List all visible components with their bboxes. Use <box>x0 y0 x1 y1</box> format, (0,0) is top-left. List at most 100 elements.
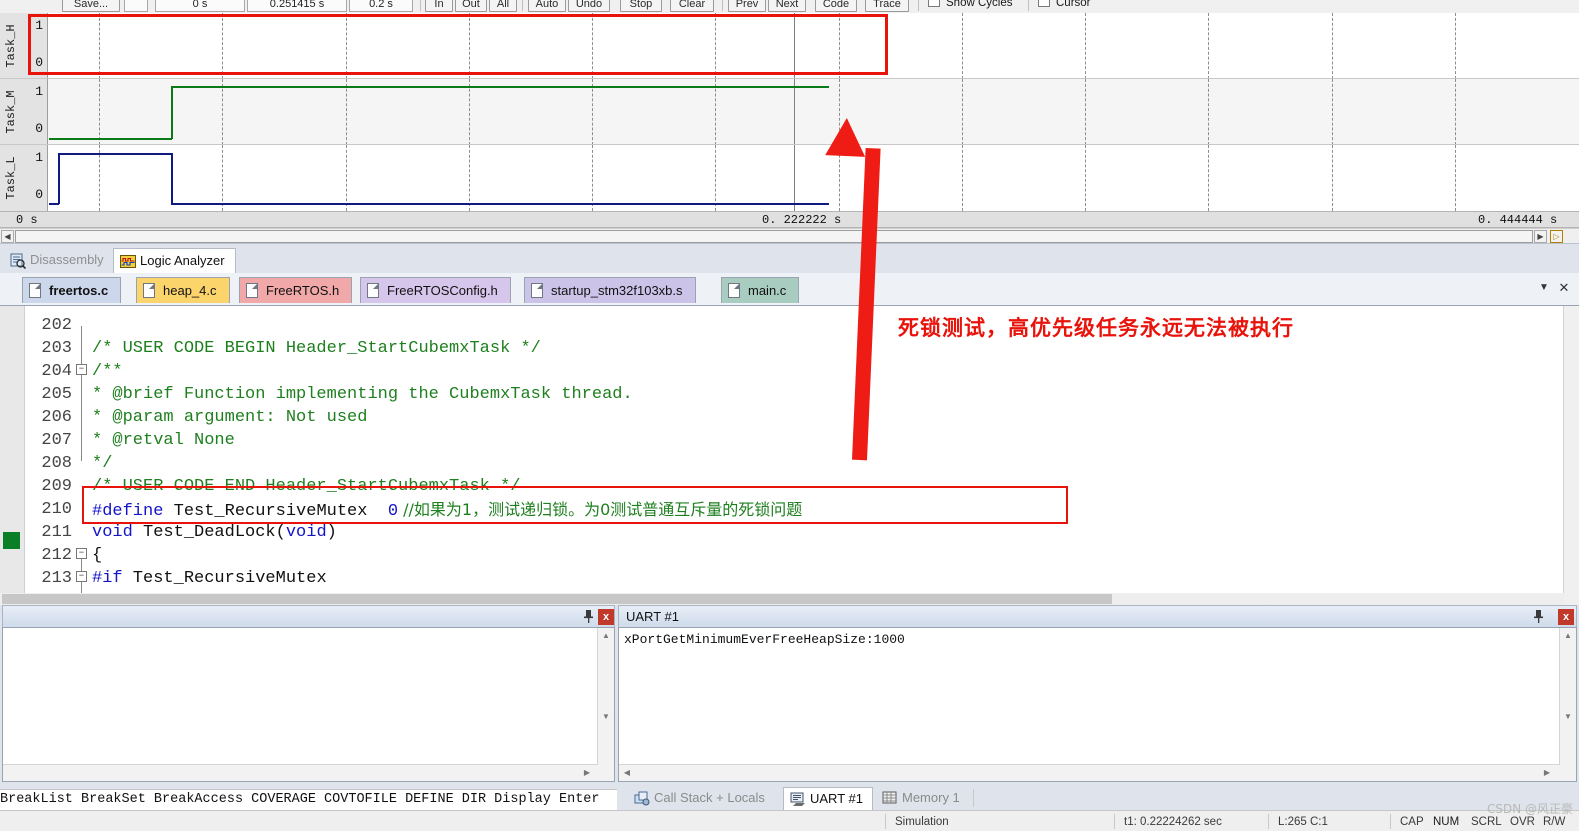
file-tab-label: FreeRTOSConfig.h <box>387 283 498 298</box>
unnamed-field[interactable] <box>124 0 148 12</box>
prev-button[interactable]: Prev <box>728 0 766 12</box>
status-mode: Simulation <box>895 816 949 828</box>
pin-icon[interactable] <box>1531 610 1545 624</box>
file-tab-freertos-h[interactable]: FreeRTOS.h <box>239 277 353 303</box>
max-time-field[interactable]: 0.251415 s <box>247 0 347 12</box>
auto-button[interactable]: Auto <box>528 0 566 12</box>
stop-button[interactable]: Stop <box>620 0 662 12</box>
zoom-in-button[interactable]: In <box>425 0 453 12</box>
scroll-right-icon[interactable]: ▶ <box>581 767 593 779</box>
command-panel-title: x <box>2 605 615 627</box>
file-tabs-close-icon[interactable]: ✕ <box>1557 281 1571 295</box>
hscroll-end-arrow[interactable]: ▷ <box>1550 230 1563 243</box>
fold-toggle[interactable]: − <box>76 548 87 559</box>
min-time-field[interactable]: 0 s <box>155 0 245 12</box>
editor-hscroll-thumb[interactable] <box>2 594 1112 604</box>
tab-logic-analyzer-label: Logic Analyzer <box>140 253 225 268</box>
uart-output-line: xPortGetMinimumEverFreeHeapSize:1000 <box>624 632 905 647</box>
line-number: 208 <box>41 454 72 473</box>
next-button[interactable]: Next <box>768 0 806 12</box>
line-number: 206 <box>41 408 72 427</box>
line-number: 209 <box>41 477 72 496</box>
code-lines: 202 203 /* USER CODE BEGIN Header_StartC… <box>0 306 1579 605</box>
tab-memory-1[interactable]: Memory 1 <box>876 787 969 810</box>
scroll-right-icon[interactable]: ▶ <box>1541 767 1553 779</box>
file-tab-label: main.c <box>748 283 787 298</box>
file-tab-freertosconfig-h[interactable]: FreeRTOSConfig.h <box>360 277 511 303</box>
waveform-row-task-m[interactable]: Task_M 1 0 <box>0 79 1579 145</box>
level-high-task-l: 1 <box>35 150 43 165</box>
scroll-up-icon[interactable]: ▲ <box>600 630 612 642</box>
watermark: CSDN @风正豪 <box>1486 802 1573 816</box>
file-icon <box>728 283 740 298</box>
fold-toggle[interactable]: − <box>76 364 87 375</box>
tab-uart-1[interactable]: UART #1 <box>783 787 873 810</box>
channel-gutter-task-m[interactable]: Task_M 1 0 <box>0 79 48 145</box>
clear-button[interactable]: Clear <box>670 0 714 12</box>
scroll-down-icon[interactable]: ▼ <box>600 711 612 723</box>
line-number: 204 <box>41 362 72 381</box>
status-flag-num: NUM <box>1433 816 1460 828</box>
hscroll-right-arrow[interactable]: ▶ <box>1534 230 1547 243</box>
line-number: 213 <box>41 569 72 588</box>
line-number: 205 <box>41 385 72 404</box>
file-tab-label: heap_4.c <box>163 283 217 298</box>
zoom-out-button[interactable]: Out <box>455 0 487 12</box>
pin-icon[interactable] <box>581 610 595 624</box>
signal-task-l-high <box>58 153 172 155</box>
editor-hscrollbar[interactable] <box>0 593 1564 605</box>
hscroll-left-arrow[interactable]: ◀ <box>1 230 14 243</box>
tab-logic-analyzer[interactable]: Logic Analyzer <box>113 248 236 274</box>
scroll-left-icon[interactable]: ◀ <box>621 767 633 779</box>
command-panel[interactable]: ▲ ▼ ▶ <box>2 627 615 782</box>
plot-task-l[interactable] <box>49 145 1579 211</box>
uart-panel[interactable]: xPortGetMinimumEverFreeHeapSize:1000 ▲ ▼… <box>618 627 1577 782</box>
line-number: 207 <box>41 431 72 450</box>
command-panel-vscrollbar[interactable]: ▲ ▼ <box>597 628 614 781</box>
scroll-down-icon[interactable]: ▼ <box>1562 711 1574 723</box>
tab-uart-label: UART #1 <box>810 791 863 806</box>
line-number: 202 <box>41 316 72 335</box>
close-icon[interactable]: x <box>598 609 614 625</box>
window-tab-strip: Disassembly Logic Analyzer <box>0 243 1579 274</box>
file-tab-startup-s[interactable]: startup_stm32f103xb.s <box>524 277 696 303</box>
file-tab-main-c[interactable]: main.c <box>721 277 800 303</box>
ruler-right-label: 0. 444444 s <box>1478 213 1558 227</box>
uart-panel-title: UART #1 x <box>618 605 1577 627</box>
code-line-208: */ <box>92 454 113 473</box>
annotation-arrow-head <box>825 117 867 157</box>
tab-memory-label: Memory 1 <box>902 790 960 805</box>
memory-icon <box>882 790 898 806</box>
scroll-up-icon[interactable]: ▲ <box>1562 630 1574 642</box>
fold-toggle[interactable]: − <box>76 571 87 582</box>
show-cycles-label: Show Cycles <box>946 0 1013 9</box>
tab-disassembly[interactable]: Disassembly <box>4 248 114 274</box>
code-editor[interactable]: 202 203 /* USER CODE BEGIN Header_StartC… <box>0 305 1579 605</box>
grid-time-field[interactable]: 0.2 s <box>349 0 413 12</box>
waveform-row-task-l[interactable]: Task_L 1 0 <box>0 145 1579 211</box>
cursor-checkbox[interactable] <box>1038 0 1050 7</box>
code-line-205: * @brief Function implementing the Cubem… <box>92 385 633 404</box>
command-panel-hscrollbar[interactable]: ▶ <box>3 764 598 781</box>
editor-vscrollbar[interactable] <box>1563 306 1579 605</box>
hscroll-thumb[interactable] <box>15 230 1533 243</box>
file-tab-heap-4-c[interactable]: heap_4.c <box>136 277 230 303</box>
undo-button[interactable]: Undo <box>568 0 610 12</box>
close-icon[interactable]: x <box>1558 609 1574 625</box>
code-button[interactable]: Code <box>815 0 857 12</box>
show-cycles-checkbox[interactable] <box>928 0 940 7</box>
channel-gutter-task-l[interactable]: Task_L 1 0 <box>0 145 48 211</box>
zoom-all-button[interactable]: All <box>489 0 517 12</box>
uart-panel-hscrollbar[interactable]: ◀ ▶ <box>619 764 1560 781</box>
file-tabs-dropdown-icon[interactable]: ▼ <box>1537 282 1551 294</box>
file-tab-freertos-c[interactable]: freertos.c <box>22 277 122 303</box>
uart-panel-vscrollbar[interactable]: ▲ ▼ <box>1559 628 1576 781</box>
status-caret-position: L:265 C:1 <box>1278 816 1328 828</box>
trace-button[interactable]: Trace <box>865 0 909 12</box>
cursor-label: Cursor <box>1056 0 1091 9</box>
time-ruler: 0 s 0. 222222 s 0. 444444 s <box>0 211 1579 228</box>
plot-task-m[interactable] <box>49 79 1579 145</box>
waveform-hscrollbar[interactable]: ◀ ▶ ▷ <box>0 228 1579 244</box>
save-button[interactable]: Save... <box>62 0 120 12</box>
tab-call-stack-locals[interactable]: Call Stack + Locals <box>628 787 774 810</box>
